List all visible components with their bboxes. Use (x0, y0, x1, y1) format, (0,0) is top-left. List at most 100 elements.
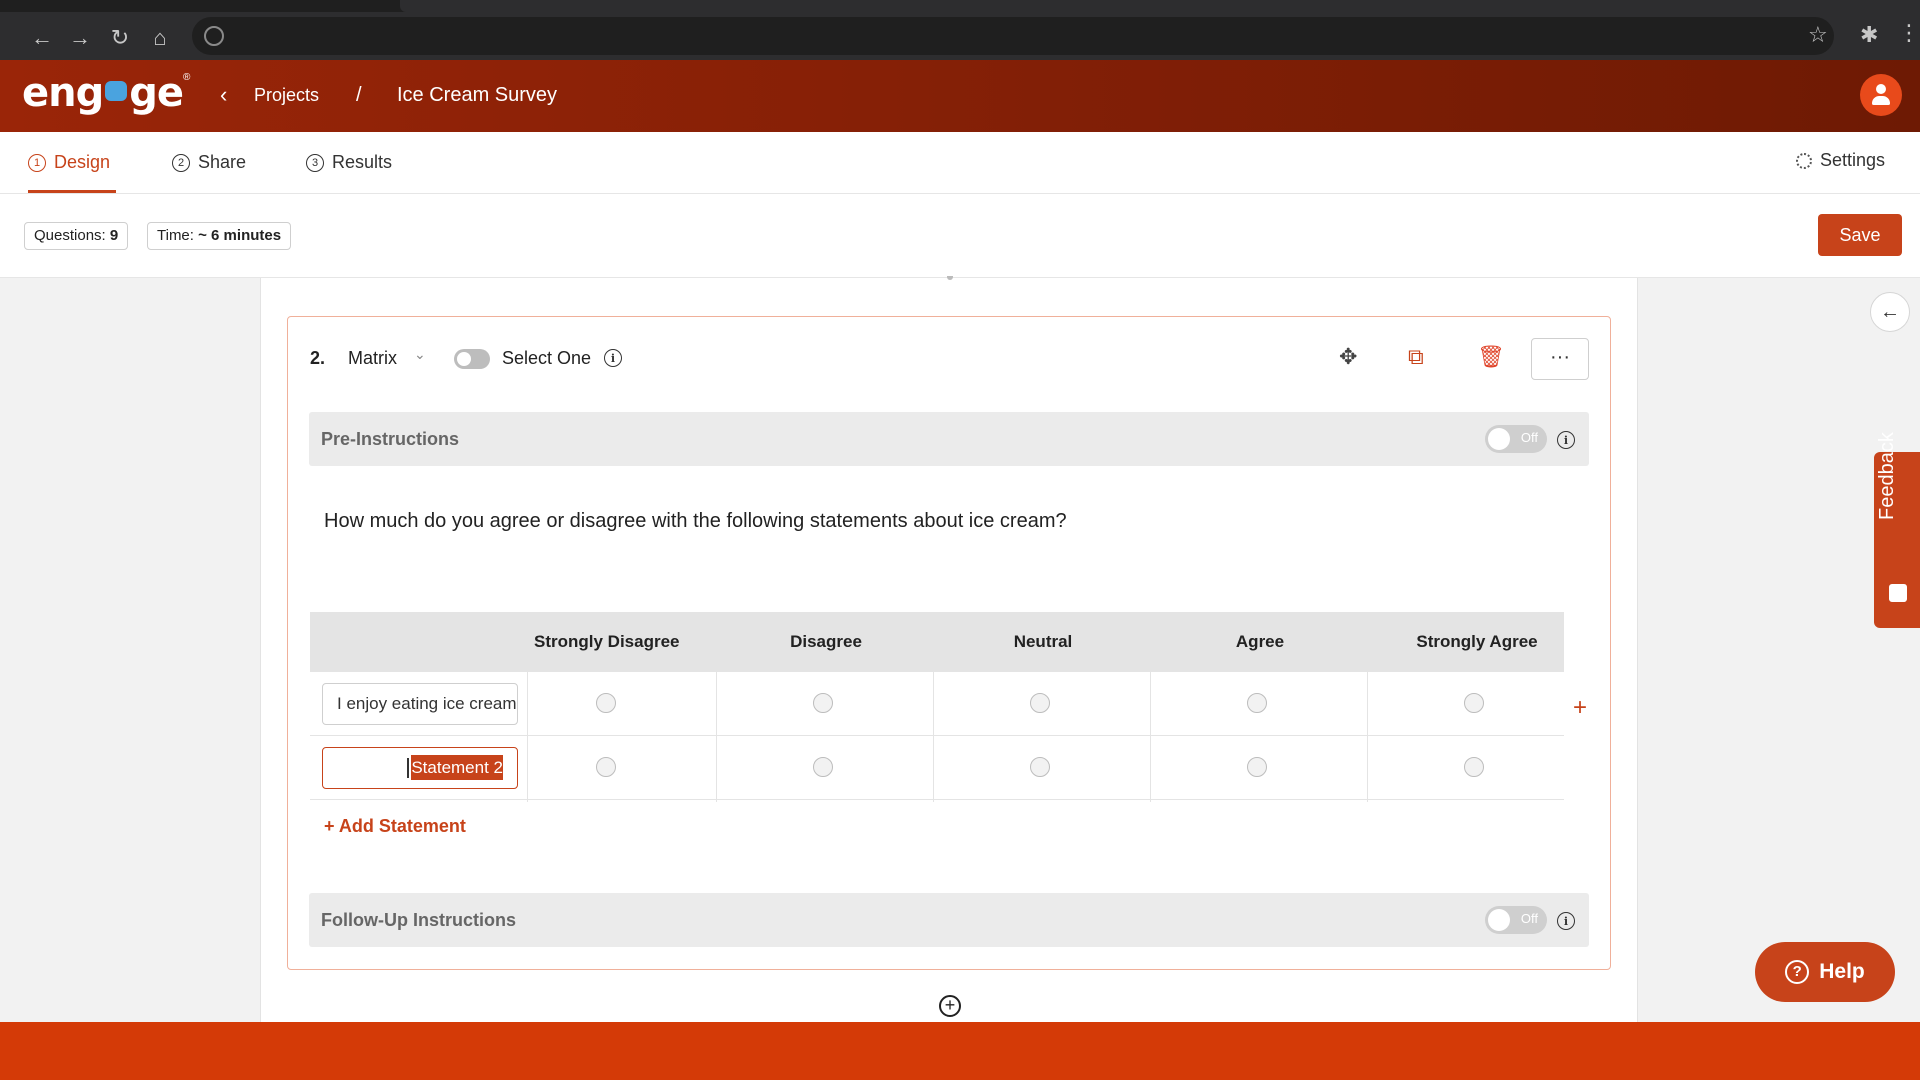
home-icon[interactable]: ⌂ (146, 24, 174, 52)
pre-instructions-toggle[interactable]: Off (1485, 425, 1547, 453)
text-cursor-icon (407, 758, 409, 778)
matrix-table: Strongly Disagree Disagree Neutral Agree… (310, 612, 1564, 802)
followup-instructions-label: Follow-Up Instructions (321, 910, 516, 930)
matrix-radio[interactable] (596, 757, 616, 777)
time-estimate-badge: Time: ~ 6 minutes (147, 222, 292, 250)
site-info-icon[interactable] (204, 26, 224, 46)
column-divider (933, 612, 934, 802)
tab-share[interactable]: 2 Share (172, 152, 246, 173)
reload-icon[interactable]: ↻ (106, 24, 134, 52)
add-question-icon[interactable]: + (939, 995, 961, 1017)
matrix-radio[interactable] (1247, 693, 1267, 713)
column-header-neutral[interactable]: Neutral (935, 632, 1151, 652)
matrix-radio[interactable] (813, 757, 833, 777)
questions-count-badge: Questions: 9 (24, 222, 129, 250)
settings-label: Settings (1820, 150, 1886, 170)
active-tab-indicator (28, 190, 116, 193)
column-divider (716, 612, 717, 802)
save-button[interactable]: Save (1818, 214, 1902, 256)
tab-design[interactable]: 1 Design (28, 152, 110, 173)
extensions-icon[interactable]: ✱ (1860, 22, 1878, 48)
matrix-radio[interactable] (596, 693, 616, 713)
move-icon[interactable]: ✥ (1339, 344, 1357, 370)
feedback-label: Feedback (1876, 432, 1898, 520)
matrix-radio[interactable] (1247, 757, 1267, 777)
questions-value: 9 (109, 227, 119, 244)
toggle-state-label: Off (1520, 911, 1538, 926)
logo-text-right: ge (129, 70, 184, 116)
tab-label: Share (198, 152, 247, 172)
column-header-strongly-agree[interactable]: Strongly Agree (1369, 632, 1585, 652)
statement-input-active[interactable]: Statement 2 (322, 747, 518, 789)
column-header-agree[interactable]: Agree (1152, 632, 1368, 652)
info-icon[interactable]: i (1557, 431, 1575, 449)
back-arrow-icon[interactable]: ← (28, 24, 56, 52)
table-row: Statement 2 (310, 736, 1564, 800)
statement-input[interactable]: I enjoy eating ice cream (322, 683, 518, 725)
logo-registered-mark: ® (183, 71, 191, 83)
question-mark-icon: ? (1785, 960, 1810, 984)
time-label: Time: (157, 227, 194, 244)
trash-icon[interactable]: 🗑 (1477, 344, 1505, 370)
more-options-button[interactable]: ··· (1531, 338, 1589, 380)
matrix-radio[interactable] (813, 693, 833, 713)
column-divider (527, 612, 528, 802)
user-icon-body (1872, 96, 1890, 105)
add-statement-button[interactable]: + Add Statement (324, 816, 466, 837)
question-text[interactable]: How much do you agree or disagree with t… (324, 510, 1067, 533)
time-value: ~ 6 minutes (198, 227, 282, 244)
column-header-strongly-disagree[interactable]: Strongly Disagree (528, 632, 688, 652)
column-header-disagree[interactable]: Disagree (718, 632, 934, 652)
add-column-icon[interactable]: + (1573, 694, 1587, 722)
table-row: I enjoy eating ice cream (310, 672, 1564, 736)
step-number-icon: 3 (306, 153, 324, 172)
chevron-left-icon[interactable]: ‹ (220, 82, 227, 108)
question-type-select[interactable]: Matrix (348, 348, 397, 369)
smiley-icon (1889, 584, 1907, 602)
breadcrumb-separator: / (356, 84, 362, 106)
help-button[interactable]: ? Help (1755, 942, 1895, 1002)
browser-menu-icon[interactable]: ⋮ (1898, 20, 1920, 46)
logo-bubble-icon (105, 81, 128, 101)
info-icon[interactable]: i (1557, 912, 1575, 930)
user-icon-head (1876, 84, 1886, 94)
chevron-down-icon[interactable]: ⌄ (414, 346, 426, 363)
matrix-radio[interactable] (1464, 693, 1484, 713)
matrix-radio[interactable] (1464, 757, 1484, 777)
toggle-state-label: Off (1520, 430, 1538, 445)
engage-logo[interactable]: eng ge ® (22, 70, 190, 116)
select-one-label: Select One (502, 348, 592, 368)
step-number-icon: 2 (172, 153, 190, 172)
help-label: Help (1819, 960, 1865, 983)
followup-instructions-toggle[interactable]: Off (1485, 906, 1547, 934)
matrix-radio[interactable] (1030, 757, 1050, 777)
breadcrumb-projects[interactable]: Projects (254, 85, 319, 106)
collapse-panel-arrow-icon[interactable]: ← (1870, 292, 1910, 332)
pre-instructions-bar (309, 412, 1589, 466)
tab-label: Results (332, 152, 393, 172)
address-bar[interactable] (192, 17, 1834, 55)
user-avatar[interactable] (1860, 74, 1902, 116)
gear-icon (1796, 152, 1812, 169)
column-divider (1150, 612, 1151, 802)
selected-text: Statement 2 (411, 755, 503, 780)
settings-button[interactable]: Settings (1796, 150, 1885, 171)
select-one-toggle[interactable] (454, 349, 490, 369)
pre-instructions-label: Pre-Instructions (321, 429, 460, 449)
project-title: Ice Cream Survey (397, 84, 558, 106)
duplicate-icon[interactable]: ⧉ (1408, 344, 1424, 370)
info-icon[interactable]: i (604, 349, 622, 367)
tab-label: Design (54, 152, 111, 172)
bookmark-star-icon[interactable]: ☆ (1808, 22, 1828, 48)
questions-label: Questions: (34, 227, 106, 244)
question-number: 2. (310, 348, 326, 368)
forward-arrow-icon[interactable]: → (66, 24, 94, 52)
footer-bar (0, 1022, 1920, 1080)
matrix-radio[interactable] (1030, 693, 1050, 713)
step-number-icon: 1 (28, 153, 46, 172)
column-divider (1367, 612, 1368, 802)
logo-text-left: eng (22, 70, 104, 116)
step-tabs-bar (0, 132, 1920, 194)
browser-active-tab[interactable] (400, 0, 1920, 12)
tab-results[interactable]: 3 Results (306, 152, 392, 173)
